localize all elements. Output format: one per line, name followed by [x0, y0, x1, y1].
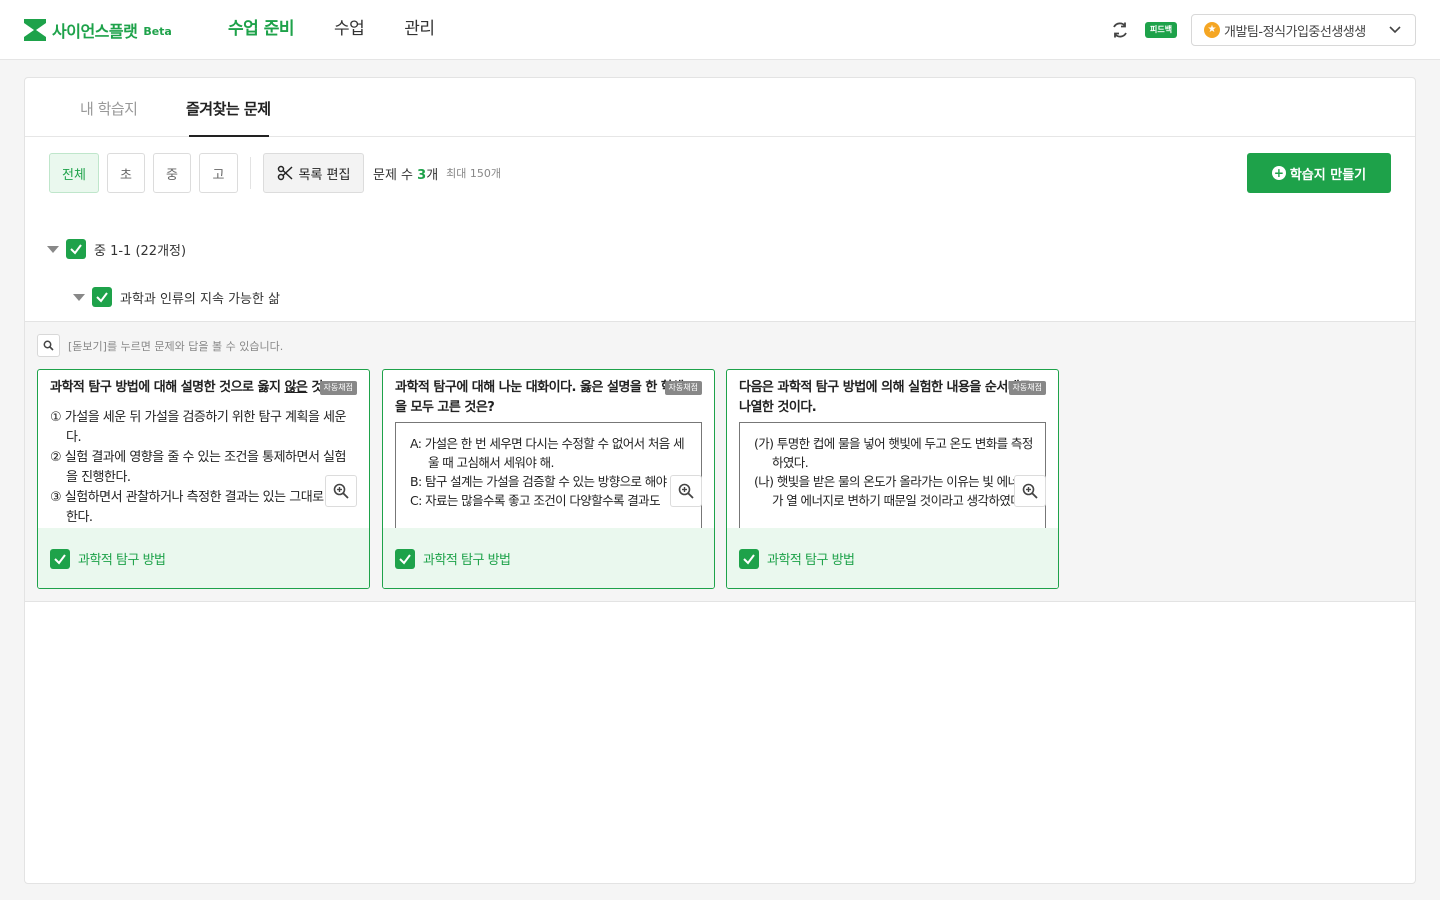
divider — [250, 157, 251, 189]
choice-item: ① 가설을 세운 뒤 가설을 검증하기 위한 탐구 계획을 세운다. — [50, 410, 346, 445]
filter-elementary-button[interactable]: 초 — [107, 153, 145, 193]
auto-grade-badge: 자동채점 — [1008, 381, 1046, 395]
checkbox-checked-icon[interactable] — [66, 239, 86, 259]
account-name: 개발팀-정식가입중선생생생 — [1224, 24, 1366, 40]
checkbox-checked-icon[interactable] — [395, 548, 415, 569]
card-footer: 과학적 탐구 방법 — [383, 528, 714, 588]
scissors-icon — [277, 165, 293, 181]
topic-label: 과학적 탐구 방법 — [767, 553, 855, 568]
zoom-button[interactable] — [325, 475, 357, 507]
main-nav: 수업 준비 수업 관리 — [228, 16, 435, 42]
filter-high-button[interactable]: 고 — [199, 153, 238, 193]
tab-favorite-questions[interactable]: 즐겨찾는 문제 — [186, 98, 271, 119]
experiment-box: (가) 투명한 컵에 물을 넣어 햇빛에 두고 온도 변화를 측정하였다. (나… — [739, 422, 1046, 528]
choice-item: B: 탐구 설계는 가설을 검증할 수 있는 방향으로 해야 해. — [410, 474, 685, 489]
question-choices: ① 가설을 세운 뒤 가설을 검증하기 위한 탐구 계획을 세운다. ② 실험 … — [50, 408, 357, 528]
tree-node-grade[interactable]: 중 1-1 (22개정) — [47, 239, 186, 259]
create-worksheet-label: 학습지 만들기 — [1289, 167, 1367, 183]
feedback-badge[interactable]: 피드백 — [1145, 22, 1178, 38]
nav-manage[interactable]: 관리 — [404, 16, 435, 42]
zoom-button[interactable] — [1014, 475, 1046, 507]
auto-grade-badge: 자동채점 — [319, 381, 357, 395]
question-count: 문제 수 3개 — [373, 167, 439, 183]
main-panel: 내 학습지 즐겨찾는 문제 전체 초 중 고 목록 편집 문제 수 3개 최대 … — [24, 77, 1416, 884]
caret-down-icon[interactable] — [73, 293, 85, 301]
plus-circle-icon: + — [1271, 166, 1286, 180]
filter-all-button[interactable]: 전체 — [49, 153, 99, 193]
topic-label: 과학적 탐구 방법 — [423, 553, 511, 568]
tree-node-label: 과학과 인류의 지속 가능한 삶 — [120, 291, 281, 307]
caret-down-icon[interactable] — [47, 245, 59, 253]
question-card[interactable]: 과학적 탐구에 대해 나눈 대화이다. 옳은 설명을 한 학생을 모두 고른 것… — [382, 369, 715, 589]
question-title: 다음은 과학적 탐구 방법에 의해 실험한 내용을 순서대로 나열한 것이다. — [739, 380, 1031, 415]
chevron-down-icon — [1389, 26, 1401, 34]
zoom-in-icon — [678, 483, 694, 499]
choice-item: A: 가설은 한 번 세우면 다시는 수정할 수 없어서 처음 세울 때 고심해… — [410, 436, 685, 470]
edit-list-button[interactable]: 목록 편집 — [263, 153, 364, 193]
question-title: 과학적 탐구 방법에 대해 설명한 것으로 옳지 않은 것 — [50, 380, 323, 395]
top-bar: 사이언스플랫 Beta 수업 준비 수업 관리 피드백 ★ 개발팀-정식가입중선… — [0, 0, 1440, 60]
filter-bar: 전체 초 중 고 목록 편집 문제 수 3개 최대 150개 — [49, 153, 501, 193]
filter-middle-button[interactable]: 중 — [153, 153, 191, 193]
nav-lesson-prep[interactable]: 수업 준비 — [228, 16, 294, 42]
refresh-icon[interactable] — [1110, 20, 1130, 40]
zoom-in-icon — [1022, 483, 1038, 499]
zoom-hint-text: [돋보기]를 누르면 문제와 답을 볼 수 있습니다. — [68, 339, 284, 353]
brand-name: 사이언스플랫 — [52, 22, 138, 41]
account-dropdown[interactable]: ★ 개발팀-정식가입중선생생생 — [1191, 14, 1416, 46]
logo-mark-icon — [24, 19, 46, 41]
tree-node-label: 중 1-1 (22개정) — [94, 243, 187, 259]
beta-label: Beta — [143, 24, 172, 38]
checkbox-checked-icon[interactable] — [50, 548, 70, 569]
tab-my-worksheets[interactable]: 내 학습지 — [80, 98, 138, 119]
choice-item: C: 자료는 많을수록 좋고 조건이 다양할수록 결과도 — [410, 493, 661, 508]
zoom-in-icon — [333, 483, 349, 499]
tab-bar: 내 학습지 즐겨찾는 문제 — [25, 78, 1415, 137]
card-footer: 과학적 탐구 방법 — [727, 528, 1058, 588]
star-icon: ★ — [1204, 22, 1220, 38]
card-footer: 과학적 탐구 방법 — [38, 528, 369, 588]
question-count-value: 3 — [417, 167, 427, 183]
question-title: 과학적 탐구에 대해 나눈 대화이다. 옳은 설명을 한 학생을 모두 고른 것… — [395, 380, 684, 415]
auto-grade-badge: 자동채점 — [664, 381, 702, 395]
tree-node-unit[interactable]: 과학과 인류의 지속 가능한 삶 — [73, 287, 280, 307]
nav-lesson[interactable]: 수업 — [334, 16, 365, 42]
zoom-button[interactable] — [670, 475, 702, 507]
active-tab-indicator — [189, 135, 269, 137]
choice-item: ② 실험 결과에 영향을 줄 수 있는 조건을 통제하면서 실험을 진행한다. — [50, 450, 346, 485]
create-worksheet-button[interactable]: + 학습지 만들기 — [1247, 153, 1391, 193]
dialogue-box: A: 가설은 한 번 세우면 다시는 수정할 수 없어서 처음 세울 때 고심해… — [395, 422, 702, 528]
question-card[interactable]: 과학적 탐구 방법에 대해 설명한 것으로 옳지 않은 것 ① 가설을 세운 뒤… — [37, 369, 370, 589]
magnifier-icon — [37, 334, 60, 357]
checkbox-checked-icon[interactable] — [739, 548, 759, 569]
choice-item: (가) 투명한 컵에 물을 넣어 햇빛에 두고 온도 변화를 측정하였다. — [754, 436, 1033, 470]
question-card[interactable]: 다음은 과학적 탐구 방법에 의해 실험한 내용을 순서대로 나열한 것이다. … — [726, 369, 1059, 589]
checkbox-checked-icon[interactable] — [92, 287, 112, 307]
choice-item: (나) 햇빛을 받은 물의 온도가 올라가는 이유는 빛 에너지가 열 에너지로… — [754, 474, 1030, 508]
choice-item: ③ 실험하면서 관찰하거나 측정한 결과는 있는 그대로 기록한다. — [50, 490, 351, 525]
max-count-label: 최대 150개 — [446, 167, 502, 180]
logo[interactable]: 사이언스플랫 Beta — [24, 18, 172, 42]
topic-label: 과학적 탐구 방법 — [78, 553, 166, 568]
question-cards-area: [돋보기]를 누르면 문제와 답을 볼 수 있습니다. 과학적 탐구 방법에 대… — [25, 321, 1415, 602]
edit-list-label: 목록 편집 — [298, 167, 351, 183]
zoom-hint: [돋보기]를 누르면 문제와 답을 볼 수 있습니다. — [37, 334, 283, 357]
